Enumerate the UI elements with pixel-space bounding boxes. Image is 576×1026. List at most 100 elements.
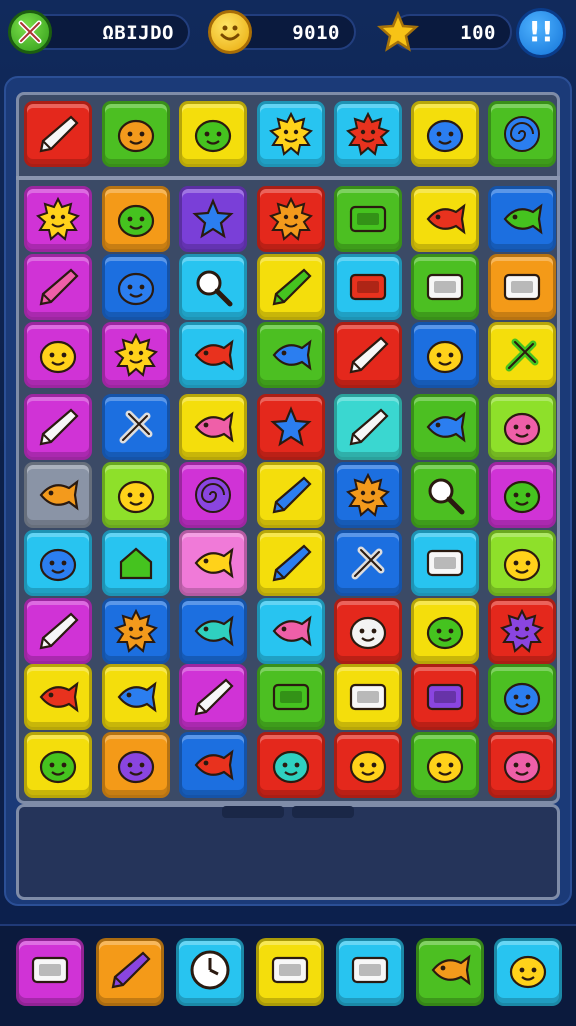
grid-tile[interactable] bbox=[411, 462, 479, 528]
top-row-tile[interactable] bbox=[411, 101, 479, 167]
grid-tile[interactable] bbox=[411, 394, 479, 460]
top-row-tile[interactable] bbox=[334, 101, 402, 167]
grid-tile[interactable] bbox=[334, 254, 402, 320]
grid-tile[interactable] bbox=[102, 664, 170, 730]
yellow-creature-icon bbox=[414, 735, 476, 795]
carrot-icon bbox=[27, 104, 89, 164]
grid-tile[interactable] bbox=[257, 530, 325, 596]
grid-tile[interactable] bbox=[488, 664, 556, 730]
grid-tile[interactable] bbox=[488, 732, 556, 798]
grid-tile[interactable] bbox=[179, 394, 247, 460]
top-row-tile[interactable] bbox=[102, 101, 170, 167]
grid-tile[interactable] bbox=[102, 462, 170, 528]
red-fish-icon bbox=[414, 189, 476, 249]
grid-tile[interactable] bbox=[488, 186, 556, 252]
grid-tile[interactable] bbox=[334, 394, 402, 460]
screen-icon bbox=[337, 667, 399, 727]
grid-tile[interactable] bbox=[488, 462, 556, 528]
grid-tile[interactable] bbox=[24, 186, 92, 252]
grid-tile[interactable] bbox=[257, 598, 325, 664]
help-button[interactable]: !! bbox=[516, 8, 566, 58]
grid-tile[interactable] bbox=[488, 394, 556, 460]
red-sun-icon bbox=[337, 104, 399, 164]
orange-sun-icon bbox=[105, 601, 167, 661]
yellow-sun-icon bbox=[260, 104, 322, 164]
grid-tile[interactable] bbox=[334, 186, 402, 252]
grid-tile[interactable] bbox=[257, 664, 325, 730]
grid-tile[interactable] bbox=[102, 530, 170, 596]
grid-tile[interactable] bbox=[102, 598, 170, 664]
grid-tile[interactable] bbox=[488, 254, 556, 320]
grid-tile[interactable] bbox=[102, 394, 170, 460]
screen-icon bbox=[491, 257, 553, 317]
grid-tile[interactable] bbox=[488, 598, 556, 664]
grid-tile[interactable] bbox=[257, 394, 325, 460]
grid-tile[interactable] bbox=[179, 322, 247, 388]
grid-tile[interactable] bbox=[334, 462, 402, 528]
grid-tile[interactable] bbox=[411, 598, 479, 664]
grid-tile[interactable] bbox=[24, 394, 92, 460]
grid-tile[interactable] bbox=[179, 598, 247, 664]
toolbar-button-orange-fish[interactable] bbox=[416, 938, 484, 1006]
green-x-icon[interactable] bbox=[8, 10, 52, 54]
grid-tile[interactable] bbox=[488, 530, 556, 596]
magnifier-icon bbox=[182, 257, 244, 317]
top-row-tile[interactable] bbox=[488, 101, 556, 167]
grid-tile[interactable] bbox=[488, 322, 556, 388]
blue-pencil-icon bbox=[260, 465, 322, 525]
spoon-icon bbox=[27, 397, 89, 457]
toolbar-button-tape[interactable] bbox=[256, 938, 324, 1006]
rocket-icon bbox=[182, 667, 244, 727]
grid-tile[interactable] bbox=[102, 322, 170, 388]
toolbar-button-clock[interactable] bbox=[176, 938, 244, 1006]
top-hud: ΩBIJDO 9010 100 !! bbox=[0, 0, 576, 66]
grid-tile[interactable] bbox=[179, 530, 247, 596]
grid-tile[interactable] bbox=[24, 530, 92, 596]
grid-tile[interactable] bbox=[179, 254, 247, 320]
grid-tile[interactable] bbox=[24, 732, 92, 798]
grid-tile[interactable] bbox=[179, 462, 247, 528]
grid-tile[interactable] bbox=[411, 664, 479, 730]
tape-icon bbox=[267, 947, 313, 997]
grid-tile[interactable] bbox=[102, 254, 170, 320]
grid-tile[interactable] bbox=[257, 732, 325, 798]
grid-tile[interactable] bbox=[334, 530, 402, 596]
top-row-tile[interactable] bbox=[24, 101, 92, 167]
grid-tile[interactable] bbox=[411, 186, 479, 252]
grid-tile[interactable] bbox=[334, 598, 402, 664]
grid-tile[interactable] bbox=[334, 664, 402, 730]
grid-tile[interactable] bbox=[334, 322, 402, 388]
toolbar-button-frame[interactable] bbox=[16, 938, 84, 1006]
grid-tile[interactable] bbox=[257, 254, 325, 320]
toolbar-button-ticket[interactable] bbox=[336, 938, 404, 1006]
green-fish-icon bbox=[491, 189, 553, 249]
grid-tile[interactable] bbox=[411, 732, 479, 798]
grid-tile[interactable] bbox=[257, 462, 325, 528]
grid-tile[interactable] bbox=[411, 322, 479, 388]
right-counter: 100 bbox=[460, 22, 496, 44]
grid-tile[interactable] bbox=[24, 462, 92, 528]
top-row-tile[interactable] bbox=[257, 101, 325, 167]
toolbar-button-purple-pencil[interactable] bbox=[96, 938, 164, 1006]
top-row-tile[interactable] bbox=[179, 101, 247, 167]
magnifier-icon bbox=[414, 465, 476, 525]
grid-tile[interactable] bbox=[24, 254, 92, 320]
blue-blob-icon bbox=[105, 257, 167, 317]
grid-tile[interactable] bbox=[24, 664, 92, 730]
grid-tile[interactable] bbox=[24, 598, 92, 664]
grid-tile[interactable] bbox=[334, 732, 402, 798]
grid-tile[interactable] bbox=[102, 186, 170, 252]
pink-stick-icon bbox=[27, 257, 89, 317]
grid-tile[interactable] bbox=[411, 254, 479, 320]
grid-tile[interactable] bbox=[411, 530, 479, 596]
grid-tile[interactable] bbox=[102, 732, 170, 798]
grid-tile[interactable] bbox=[179, 186, 247, 252]
toolbar-button-yellow-creature[interactable] bbox=[494, 938, 562, 1006]
grid-tile[interactable] bbox=[24, 322, 92, 388]
blue-star-icon bbox=[182, 189, 244, 249]
grid-tile[interactable] bbox=[257, 322, 325, 388]
grid-tile[interactable] bbox=[257, 186, 325, 252]
grid-tile[interactable] bbox=[179, 664, 247, 730]
grid-tile[interactable] bbox=[179, 732, 247, 798]
green-blob-icon bbox=[182, 104, 244, 164]
